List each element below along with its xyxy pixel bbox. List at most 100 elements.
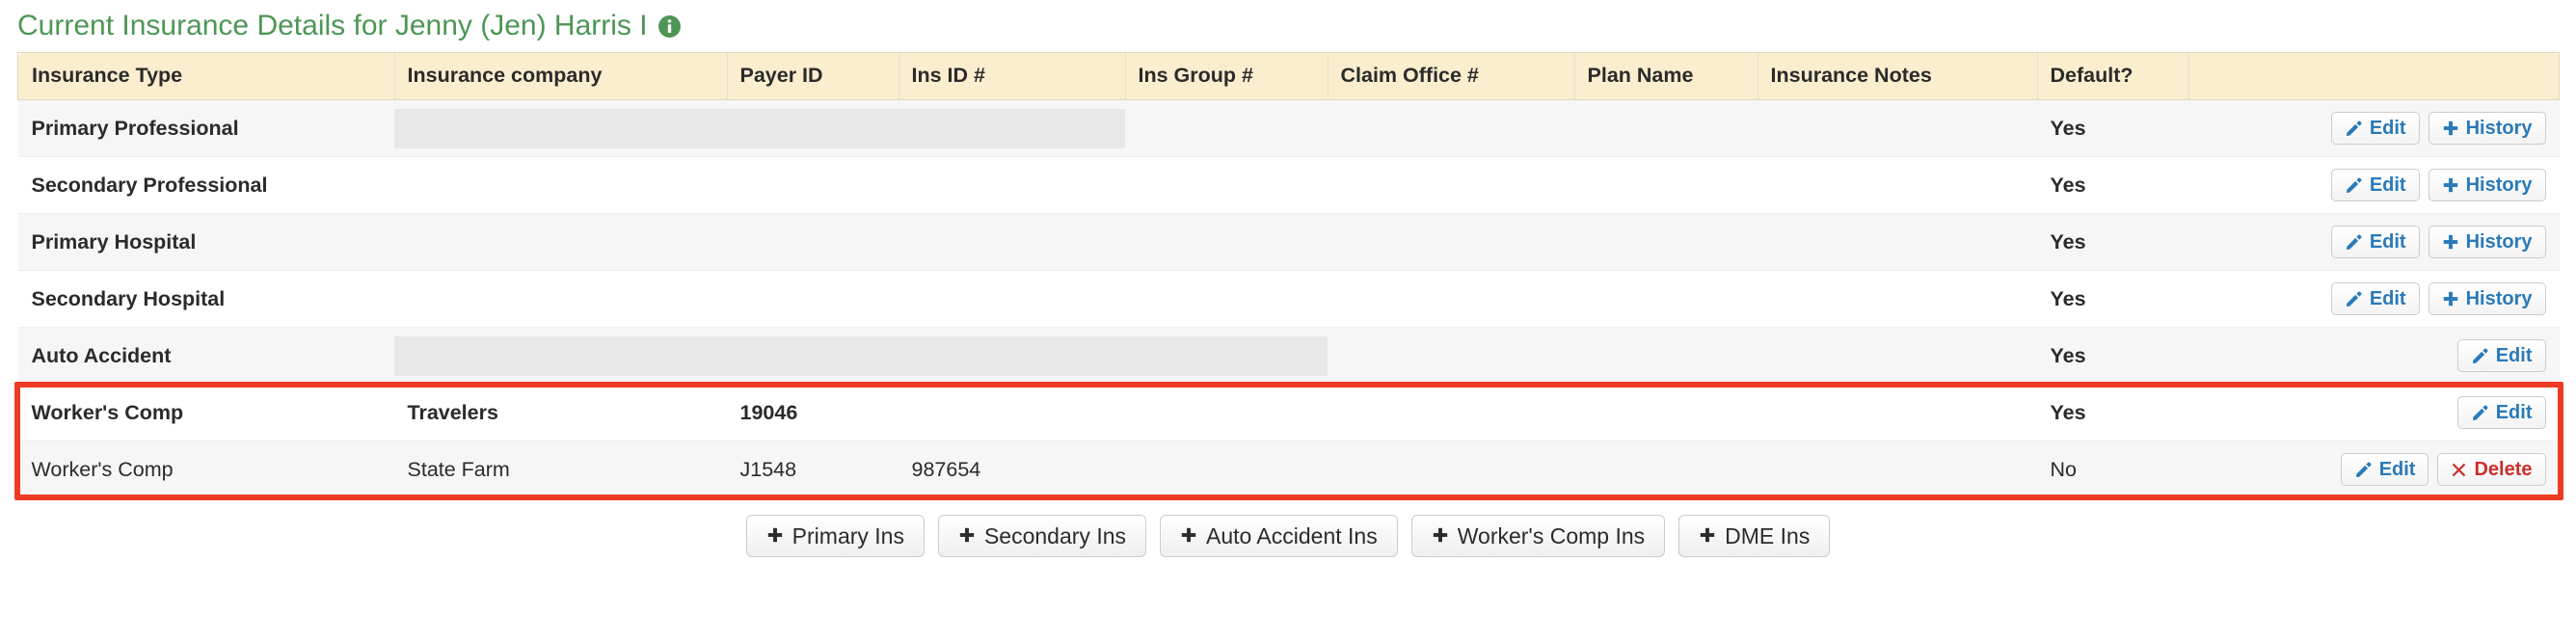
cell-plan-name bbox=[1573, 213, 1758, 271]
cell-plan-name bbox=[1573, 99, 1758, 157]
cell-row-actions: Edit bbox=[2187, 327, 2560, 385]
edit-button-label: Edit bbox=[2495, 401, 2533, 423]
edit-button[interactable]: Edit bbox=[2330, 282, 2420, 315]
loading-placeholder-bar bbox=[1124, 335, 1328, 376]
edit-button[interactable]: Edit bbox=[2330, 112, 2420, 145]
cell-insurance-type: Worker's Comp bbox=[17, 441, 394, 497]
edit-button[interactable]: Edit bbox=[2330, 226, 2420, 258]
column-header-insurance-type: Insurance Type bbox=[17, 52, 394, 100]
cell-row-actions: Edit History bbox=[2187, 156, 2560, 214]
cell-ins-id bbox=[898, 384, 1125, 441]
cell-plan-name bbox=[1573, 384, 1758, 441]
add-primary-ins-button[interactable]: Primary Ins bbox=[745, 515, 925, 557]
cell-ins-id bbox=[898, 327, 1125, 385]
add-secondary-ins-button[interactable]: Secondary Ins bbox=[937, 515, 1146, 557]
cell-default-flag: No bbox=[2036, 441, 2188, 497]
pencil-icon bbox=[2471, 404, 2489, 422]
cell-payer-id bbox=[726, 270, 899, 328]
cell-claim-office bbox=[1327, 213, 1574, 271]
plus-icon bbox=[2442, 233, 2459, 251]
pencil-icon bbox=[2345, 233, 2363, 252]
cell-insurance-notes bbox=[1757, 99, 2037, 157]
cell-insurance-company: State Farm bbox=[393, 441, 727, 497]
cell-insurance-notes bbox=[1757, 384, 2037, 441]
edit-button[interactable]: Edit bbox=[2330, 169, 2420, 201]
loading-placeholder-bar bbox=[393, 108, 727, 148]
add-button-label: DME Ins bbox=[1725, 522, 1811, 548]
add-insurance-button-bar: Primary Ins Secondary Ins Auto Accident In… bbox=[17, 515, 2559, 557]
cell-claim-office bbox=[1327, 99, 1574, 157]
cell-ins-id bbox=[898, 99, 1125, 157]
cell-plan-name bbox=[1573, 327, 1758, 385]
cell-row-actions: Edit History bbox=[2187, 213, 2560, 271]
edit-button[interactable]: Edit bbox=[2340, 453, 2429, 486]
cell-claim-office bbox=[1327, 441, 1574, 497]
history-button[interactable]: History bbox=[2428, 226, 2546, 258]
cell-insurance-type: Secondary Hospital bbox=[17, 270, 394, 328]
cell-default-flag: Yes bbox=[2036, 270, 2188, 328]
column-header-payer-id: Payer ID bbox=[726, 52, 899, 100]
pencil-icon bbox=[2345, 120, 2363, 138]
cell-insurance-notes bbox=[1757, 270, 2037, 328]
pencil-icon bbox=[2354, 461, 2373, 479]
table-header-row: Insurance Type Insurance company Payer I… bbox=[17, 52, 2560, 100]
cell-insurance-company: Travelers bbox=[393, 384, 727, 441]
delete-button-label: Delete bbox=[2474, 458, 2533, 480]
add-button-label: Worker's Comp Ins bbox=[1457, 522, 1646, 548]
page-title: Current Insurance Details for Jenny (Jen… bbox=[17, 0, 2559, 42]
cell-default-flag: Yes bbox=[2036, 99, 2188, 157]
plus-icon bbox=[766, 523, 784, 549]
history-button-label: History bbox=[2465, 174, 2533, 196]
column-header-insurance-notes: Insurance Notes bbox=[1757, 52, 2037, 100]
cell-insurance-type: Secondary Professional bbox=[17, 156, 394, 214]
add-auto-accident-ins-button[interactable]: Auto Accident Ins bbox=[1160, 515, 1398, 557]
cell-ins-group bbox=[1124, 441, 1328, 497]
history-button[interactable]: History bbox=[2428, 112, 2546, 145]
history-button[interactable]: History bbox=[2428, 282, 2546, 315]
column-header-insurance-company: Insurance company bbox=[393, 52, 727, 100]
cell-payer-id bbox=[726, 156, 899, 214]
cell-ins-id bbox=[898, 270, 1125, 328]
cell-insurance-notes bbox=[1757, 327, 2037, 385]
loading-placeholder-bar bbox=[726, 335, 899, 376]
pencil-icon bbox=[2471, 347, 2489, 365]
edit-button-label: Edit bbox=[2369, 117, 2406, 139]
plus-icon bbox=[1699, 523, 1716, 549]
cell-insurance-notes bbox=[1757, 441, 2037, 497]
cell-ins-group bbox=[1124, 270, 1328, 328]
cell-insurance-type: Primary Hospital bbox=[17, 213, 394, 271]
add-worker-s-comp-ins-button[interactable]: Worker's Comp Ins bbox=[1410, 515, 1666, 557]
cell-default-flag: Yes bbox=[2036, 213, 2188, 271]
pencil-icon bbox=[2345, 176, 2363, 195]
x-icon bbox=[2451, 462, 2467, 478]
plus-icon bbox=[958, 523, 976, 549]
plus-icon bbox=[1432, 523, 1449, 549]
cell-plan-name bbox=[1573, 441, 1758, 497]
cell-plan-name bbox=[1573, 270, 1758, 328]
edit-button[interactable]: Edit bbox=[2456, 339, 2546, 372]
delete-button[interactable]: Delete bbox=[2437, 453, 2546, 486]
column-header-ins-group: Ins Group # bbox=[1124, 52, 1328, 100]
cell-ins-group bbox=[1124, 327, 1328, 385]
cell-insurance-company bbox=[393, 327, 727, 385]
history-button[interactable]: History bbox=[2428, 169, 2546, 201]
table-row: Secondary Professional Yes Edit History bbox=[17, 156, 2560, 214]
insurance-table: Insurance Type Insurance company Payer I… bbox=[17, 52, 2560, 497]
page-title-text: Current Insurance Details for Jenny (Jen… bbox=[17, 10, 648, 41]
column-header-ins-id: Ins ID # bbox=[898, 52, 1125, 100]
table-row: Worker's Comp State Farm J1548 987654 No Edit… bbox=[17, 441, 2560, 497]
cell-insurance-type: Worker's Comp bbox=[17, 384, 394, 441]
plus-icon bbox=[2442, 120, 2459, 137]
cell-claim-office bbox=[1327, 270, 1574, 328]
loading-placeholder-bar bbox=[393, 335, 727, 376]
cell-row-actions: Edit bbox=[2187, 384, 2560, 441]
cell-ins-group bbox=[1124, 213, 1328, 271]
cell-row-actions: Edit Delete bbox=[2187, 441, 2560, 497]
add-button-label: Primary Ins bbox=[792, 522, 904, 548]
add-dme-ins-button[interactable]: DME Ins bbox=[1678, 515, 1831, 557]
info-circle-icon[interactable] bbox=[657, 14, 682, 39]
history-button-label: History bbox=[2465, 230, 2533, 253]
table-row: Primary Hospital Yes Edit History bbox=[17, 213, 2560, 271]
add-button-label: Auto Accident Ins bbox=[1206, 522, 1378, 548]
edit-button[interactable]: Edit bbox=[2456, 396, 2546, 429]
